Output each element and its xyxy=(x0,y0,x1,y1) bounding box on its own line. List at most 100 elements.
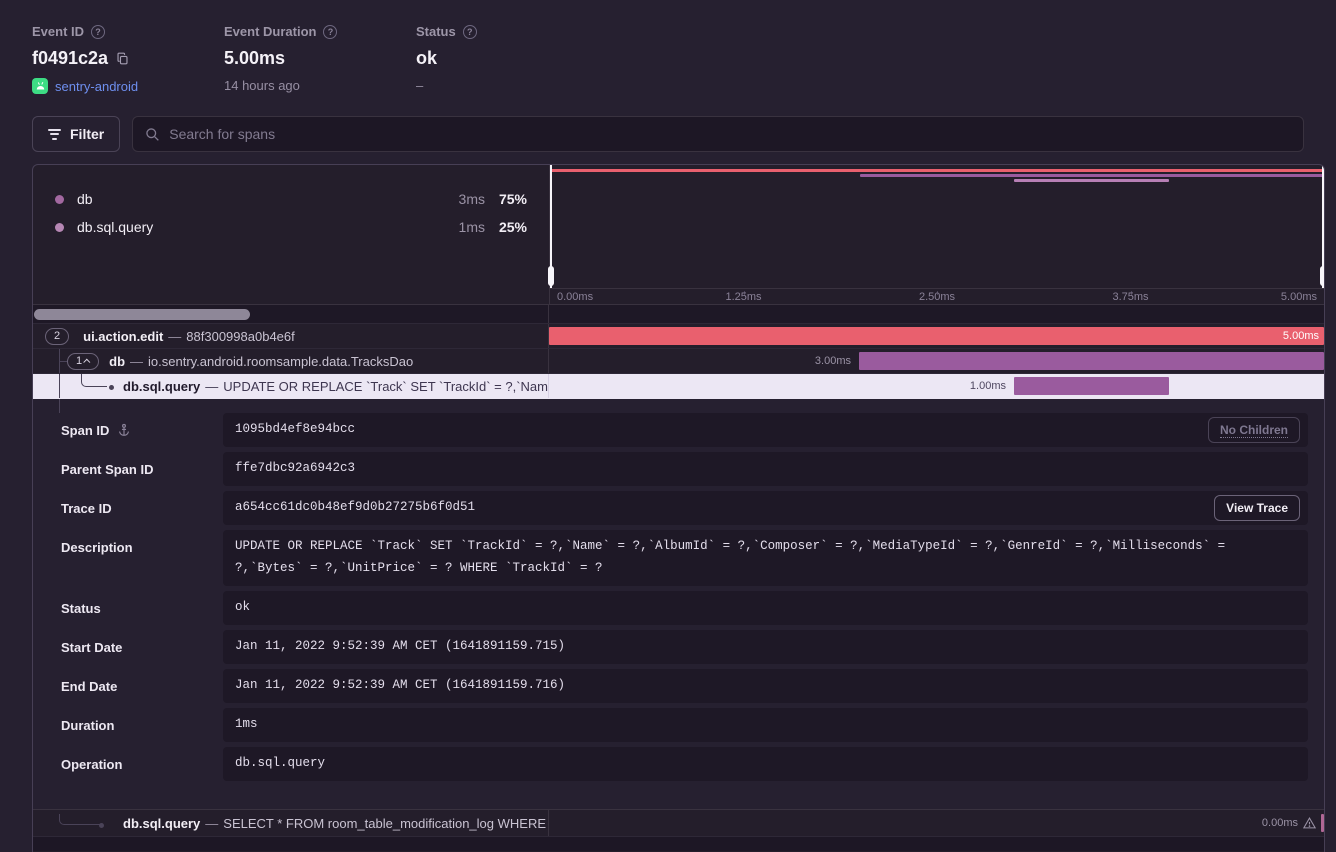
tree-elbow-connector xyxy=(59,814,101,825)
ops-breakdown-row[interactable]: db 3ms 75% xyxy=(55,185,527,213)
op-color-dot xyxy=(55,195,64,204)
help-icon[interactable]: ? xyxy=(463,25,477,39)
tree-leaf-dot xyxy=(109,385,114,390)
op-name: db xyxy=(77,191,433,207)
detail-row-span-id: Span ID 1095bd4ef8e94bcc No Children xyxy=(47,413,1308,447)
span-duration-label: 1.00ms xyxy=(970,374,1006,398)
span-op: ui.action.edit xyxy=(83,329,163,344)
op-color-dot xyxy=(55,223,64,232)
children-count-badge[interactable]: 1 xyxy=(67,353,99,370)
tree-scrollbar-thumb[interactable] xyxy=(34,309,250,320)
span-search xyxy=(132,116,1304,152)
minimap-span-line xyxy=(1014,179,1169,182)
help-icon[interactable]: ? xyxy=(91,25,105,39)
axis-tick-label: 2.50ms xyxy=(919,291,955,303)
filter-icon xyxy=(48,129,61,140)
span-duration-label: 3.00ms xyxy=(815,349,851,373)
detail-row-end-date: End Date Jan 11, 2022 9:52:39 AM CET (16… xyxy=(47,669,1308,703)
detail-row-status: Status ok xyxy=(47,591,1308,625)
tree-scrollbar-row xyxy=(33,305,1324,324)
detail-row-operation: Operation db.sql.query xyxy=(47,747,1308,781)
trace-detail-page: Event ID ? f0491c2a xyxy=(0,0,1336,852)
op-percent: 25% xyxy=(485,219,527,235)
minimap-span-line xyxy=(550,169,1324,172)
anchor-icon[interactable] xyxy=(117,423,131,437)
no-children-button: No Children xyxy=(1208,417,1300,443)
span-duration-bar xyxy=(1014,377,1169,395)
parent-span-id-value: ffe7dbc92a6942c3 xyxy=(223,452,1308,486)
trace-id-value: a654cc61dc0b48ef9d0b27275b6f0d51 xyxy=(223,491,1308,525)
spans-toolbar: Filter xyxy=(0,116,1336,152)
span-row-db-sql-query-selected[interactable]: db.sql.query — UPDATE OR REPLACE `Track`… xyxy=(33,374,1324,399)
minimap-span-line xyxy=(860,174,1324,177)
project-link[interactable]: sentry-android xyxy=(55,79,138,94)
span-desc: 88f300998a0b4e6f xyxy=(186,329,294,344)
span-desc: SELECT * FROM room_table_modification_lo… xyxy=(223,816,549,831)
axis-tick-label: 0.00ms xyxy=(557,291,593,303)
android-platform-icon xyxy=(32,78,48,94)
span-duration-bar xyxy=(859,352,1324,370)
op-name: db.sql.query xyxy=(77,219,433,235)
search-icon xyxy=(145,127,160,142)
span-duration-label: 5.00ms xyxy=(1283,324,1319,348)
span-desc: io.sentry.android.roomsample.data.Tracks… xyxy=(148,354,413,369)
trace-waterfall-panel: db 3ms 75% db.sql.query 1ms 25% xyxy=(32,164,1325,852)
op-duration: 1ms xyxy=(433,219,485,235)
event-age: 14 hours ago xyxy=(224,78,300,93)
tree-guide-line xyxy=(59,399,60,413)
event-duration-label: Event Duration xyxy=(224,24,316,39)
event-id-value: f0491c2a xyxy=(32,48,108,69)
time-axis: 0.00ms 1.25ms 2.50ms 3.75ms 5.00ms xyxy=(550,288,1324,304)
copy-icon[interactable] xyxy=(116,52,129,65)
event-id-column: Event ID ? f0491c2a xyxy=(32,24,224,94)
help-icon[interactable]: ? xyxy=(323,25,337,39)
minimap-left-handle[interactable] xyxy=(548,266,554,286)
event-duration-value: 5.00ms xyxy=(224,48,285,69)
status-label: Status xyxy=(416,24,456,39)
children-count-badge[interactable]: 2 xyxy=(45,328,69,345)
minimap-section: db 3ms 75% db.sql.query 1ms 25% xyxy=(33,165,1324,305)
chevron-up-icon xyxy=(83,358,90,365)
detail-row-trace-id: Trace ID a654cc61dc0b48ef9d0b27275b6f0d5… xyxy=(47,491,1308,525)
operation-value: db.sql.query xyxy=(223,747,1308,781)
start-date-value: Jan 11, 2022 9:52:39 AM CET (1641891159.… xyxy=(223,630,1308,664)
span-row-db[interactable]: 1 db — io.sentry.android.roomsample.data… xyxy=(33,349,1324,374)
axis-tick-label: 3.75ms xyxy=(1112,291,1148,303)
axis-tick-label: 1.25ms xyxy=(725,291,761,303)
tree-scrollbar-track[interactable] xyxy=(33,305,549,323)
status-value: ok xyxy=(416,48,437,69)
span-row-ui-action-edit[interactable]: 2 ui.action.edit — 88f300998a0b4e6f 5.00… xyxy=(33,324,1324,349)
span-duration-bar xyxy=(549,327,1324,345)
span-desc: UPDATE OR REPLACE `Track` SET `TrackId` … xyxy=(223,379,549,394)
duration-value: 1ms xyxy=(223,708,1308,742)
span-detail-panel: Span ID 1095bd4ef8e94bcc No Children Par… xyxy=(33,399,1324,809)
detail-row-parent-span-id: Parent Span ID ffe7dbc92a6942c3 xyxy=(47,452,1308,486)
view-trace-button[interactable]: View Trace xyxy=(1214,495,1300,521)
detail-row-start-date: Start Date Jan 11, 2022 9:52:39 AM CET (… xyxy=(47,630,1308,664)
filter-button-label: Filter xyxy=(70,126,104,142)
span-row-db-sql-query-sibling[interactable]: db.sql.query — SELECT * FROM room_table_… xyxy=(33,809,1324,837)
op-duration: 3ms xyxy=(433,191,485,207)
trace-minimap[interactable]: 0.00ms 1.25ms 2.50ms 3.75ms 5.00ms xyxy=(549,165,1324,304)
end-date-value: Jan 11, 2022 9:52:39 AM CET (1641891159.… xyxy=(223,669,1308,703)
warning-triangle-icon xyxy=(1303,817,1316,829)
span-id-value: 1095bd4ef8e94bcc xyxy=(223,413,1308,447)
minimap-right-handle[interactable] xyxy=(1320,266,1325,286)
op-percent: 75% xyxy=(485,191,527,207)
event-id-label: Event ID xyxy=(32,24,84,39)
status-column: Status ? ok – xyxy=(416,24,608,94)
detail-row-description: Description UPDATE OR REPLACE `Track` SE… xyxy=(47,530,1308,586)
operations-breakdown: db 3ms 75% db.sql.query 1ms 25% xyxy=(33,165,549,304)
status-value-box: ok xyxy=(223,591,1308,625)
status-sub: – xyxy=(416,78,423,93)
event-duration-column: Event Duration ? 5.00ms 14 hours ago xyxy=(224,24,416,94)
description-value: UPDATE OR REPLACE `Track` SET `TrackId` … xyxy=(223,530,1308,586)
span-duration-label: 0.00ms xyxy=(1262,817,1298,829)
tree-elbow-connector xyxy=(81,374,107,387)
ops-breakdown-row[interactable]: db.sql.query 1ms 25% xyxy=(55,213,527,241)
search-input[interactable] xyxy=(169,126,1291,142)
span-op: db.sql.query xyxy=(123,816,200,831)
span-duration-bar xyxy=(1321,814,1324,832)
event-header: Event ID ? f0491c2a xyxy=(0,0,1336,94)
filter-button[interactable]: Filter xyxy=(32,116,120,152)
